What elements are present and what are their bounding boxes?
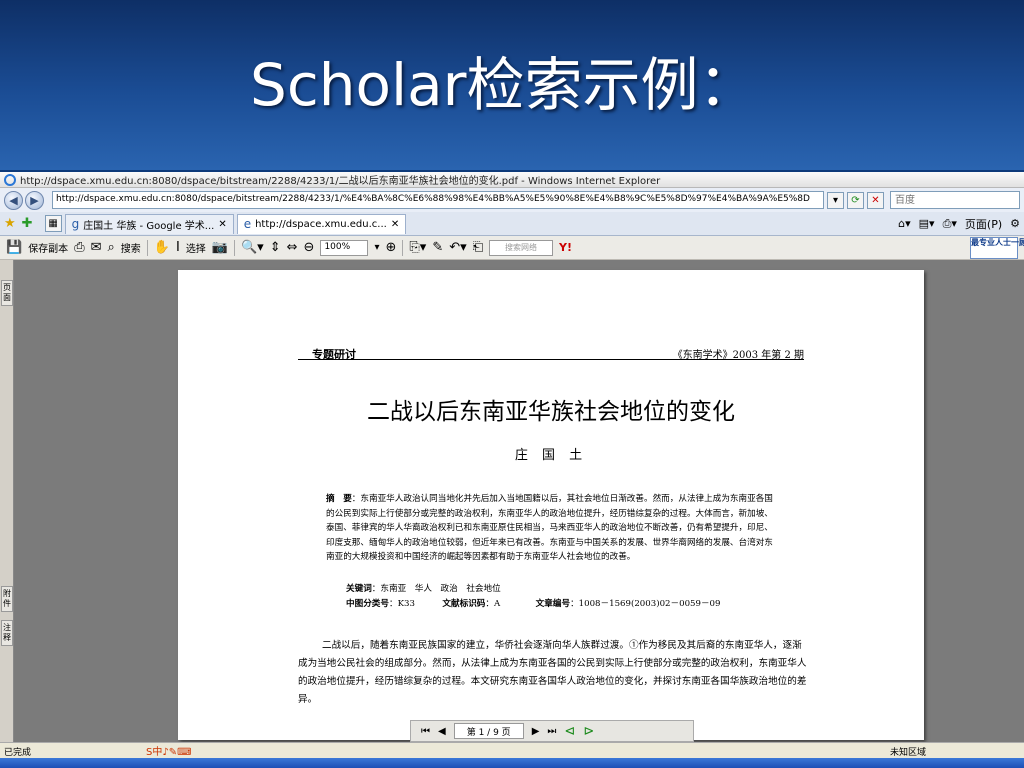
divider — [234, 239, 235, 256]
save-copy-button[interactable]: 保存副本 — [28, 240, 68, 255]
tab-row: ★ ✚ ▦ g 庄国土 华族 - Google 学术... ✕ e http://ds… — [0, 212, 1024, 236]
abstract: 摘 要：东南亚华人政治认同当地化并先后加入当地国籍以后，其社会地位日渐改善。然而… — [326, 492, 778, 565]
navigation-pane: 页面 附件 注释 — [0, 260, 14, 742]
page-number-field[interactable]: 第 1 / 9 页 — [453, 723, 524, 739]
snapshot-icon[interactable]: 📷 — [212, 240, 228, 255]
zoom-dropdown-icon[interactable]: ▾ — [374, 242, 379, 253]
binoculars-icon[interactable]: ⌕ — [108, 240, 115, 255]
fit-width-icon[interactable]: ⇔ — [287, 240, 298, 255]
section-label: 专题研讨 — [312, 348, 356, 361]
stop-icon[interactable]: ✕ — [867, 191, 884, 209]
page-navigation: ⏮ ◀ 第 1 / 9 页 ▶ ⏭ ⊲ ⊳ — [410, 720, 694, 742]
pages-tab[interactable]: 页面 — [1, 280, 13, 306]
window-title: http://dspace.xmu.edu.cn:8080/dspace/bit… — [20, 176, 661, 187]
search-input[interactable] — [890, 191, 1020, 209]
home-icon[interactable]: ⌂▾ — [898, 217, 911, 230]
address-bar[interactable]: http://dspace.xmu.edu.cn:8080/dspace/bit… — [52, 191, 824, 209]
page-layout-icon[interactable]: ⎘▾ — [409, 240, 426, 255]
last-page-icon[interactable]: ⏭ — [547, 726, 556, 737]
add-favorites-icon[interactable]: ✚ — [22, 216, 33, 231]
print-icon[interactable]: ⎙▾ — [943, 217, 957, 231]
window-title-bar: http://dspace.xmu.edu.cn:8080/dspace/bit… — [0, 172, 1024, 188]
article-body: 二战以后，随着东南亚民族国家的建立，华侨社会逐渐向华人族群过渡。①作为移民及其后… — [298, 640, 807, 705]
security-zone: 未知区域 — [890, 748, 927, 758]
zoom-field[interactable]: 100% — [320, 239, 369, 256]
ime-toolbar-icon[interactable]: S中♪✎⌨ — [146, 743, 192, 758]
pdf-viewer: 页面 附件 注释 专题研讨 《东南学术》2003 年第 2 期 二战以后东南亚华… — [0, 260, 1024, 742]
ie-page-icon: e — [243, 217, 252, 231]
address-dropdown-icon[interactable]: ▾ — [827, 191, 844, 209]
forward-icon[interactable]: ▶ — [25, 190, 44, 210]
slide-title: Scholar检索示例： — [250, 51, 757, 119]
page-header: 专题研讨 《东南学术》2003 年第 2 期 — [298, 346, 804, 361]
next-page-icon[interactable]: ▶ — [532, 726, 540, 737]
back-icon[interactable]: ◀ — [4, 190, 23, 210]
status-bar: 已完成 S中♪✎⌨ 未知区域 — [0, 742, 1024, 768]
article-title: 二战以后东南亚华族社会地位的变化 — [367, 399, 735, 425]
browser-screenshot: http://dspace.xmu.edu.cn:8080/dspace/bit… — [0, 172, 1024, 768]
google-icon: g — [71, 217, 80, 231]
email-icon[interactable]: ✉ — [91, 240, 102, 255]
address-row: ◀ ▶ http://dspace.xmu.edu.cn:8080/dspace… — [0, 188, 1024, 212]
undo-icon[interactable]: ↶▾ — [449, 240, 466, 255]
ad-banner[interactable]: 最专业人士一顾片 — [970, 236, 1024, 259]
pdf-page: 专题研讨 《东南学术》2003 年第 2 期 二战以后东南亚华族社会地位的变化 … — [178, 270, 924, 740]
select-tool-icon[interactable]: I — [176, 240, 180, 255]
ie-logo-icon — [4, 173, 16, 186]
web-search-field[interactable]: 搜索网络 — [489, 239, 554, 256]
windows-taskbar — [0, 758, 1024, 768]
attachments-tab[interactable]: 附件 — [1, 586, 13, 612]
prev-page-icon[interactable]: ◀ — [438, 726, 446, 737]
divider — [402, 239, 404, 256]
close-tab-icon[interactable]: ✕ — [218, 219, 226, 230]
command-bar: ⌂▾ ▤▾ ⎙▾ 页面(P) ⚙ — [898, 216, 1020, 232]
select-button[interactable]: 选择 — [186, 240, 206, 255]
copy-icon[interactable]: ⎗ — [473, 240, 483, 255]
slide-header: Scholar检索示例： — [0, 0, 1024, 170]
zoom-tool-icon[interactable]: 🔍▾ — [241, 240, 264, 255]
abstract-text: ：东南亚华人政治认同当地化并先后加入当地国籍以后，其社会地位日渐改善。然而，从法… — [326, 494, 773, 563]
fit-page-icon[interactable]: ⇕ — [270, 240, 281, 255]
zoom-out-icon[interactable]: ⊖ — [304, 240, 315, 255]
status-text: 已完成 — [4, 748, 32, 758]
tab-dspace[interactable]: e http://dspace.xmu.edu.c... ✕ — [236, 213, 407, 234]
print-pdf-icon[interactable]: ⎙ — [74, 240, 84, 255]
feeds-icon[interactable]: ▤▾ — [919, 217, 935, 230]
keywords-line: 关键词：东南亚 华人 政治 社会地位 — [346, 584, 501, 594]
article-meta: 关键词：东南亚 华人 政治 社会地位 中图分类号：K33 文献标识码：A 文章编… — [346, 582, 721, 611]
tools-icon[interactable]: ⚙ — [1010, 217, 1020, 230]
tab-google-scholar[interactable]: g 庄国土 华族 - Google 学术... ✕ — [64, 213, 234, 234]
refresh-icon[interactable]: ⟳ — [847, 191, 864, 209]
journal-issue: 《东南学术》2003 年第 2 期 — [672, 350, 804, 361]
next-view-icon[interactable]: ⊳ — [583, 724, 594, 739]
zoom-in-icon[interactable]: ⊕ — [385, 240, 396, 255]
search-button[interactable]: 搜索 — [121, 240, 141, 255]
yahoo-icon[interactable]: Y! — [559, 241, 572, 254]
page-menu[interactable]: 页面(P) — [965, 216, 1002, 232]
quick-tabs-icon[interactable]: ▦ — [44, 215, 62, 232]
save-icon[interactable]: 💾 — [6, 240, 22, 255]
pdf-toolbar: 💾 保存副本 ⎙ ✉ ⌕ 搜索 ✋ I 选择 📷 🔍▾ ⇕ ⇔ ⊖ 100% ▾… — [0, 236, 1024, 260]
classification-line: 中图分类号：K33 文献标识码：A 文章编号：1008－1569(2003)02… — [346, 598, 721, 609]
comments-tab[interactable]: 注释 — [1, 620, 13, 646]
divider — [146, 239, 148, 256]
abstract-label: 摘 要 — [326, 494, 352, 504]
article-author: 庄 国 土 — [514, 448, 588, 463]
sign-icon[interactable]: ✎ — [432, 240, 443, 255]
previous-view-icon[interactable]: ⊲ — [564, 724, 575, 739]
close-tab-icon[interactable]: ✕ — [391, 219, 399, 230]
favorites-star-icon[interactable]: ★ — [4, 216, 16, 231]
first-page-icon[interactable]: ⏮ — [421, 726, 430, 737]
hand-tool-icon[interactable]: ✋ — [154, 240, 170, 255]
